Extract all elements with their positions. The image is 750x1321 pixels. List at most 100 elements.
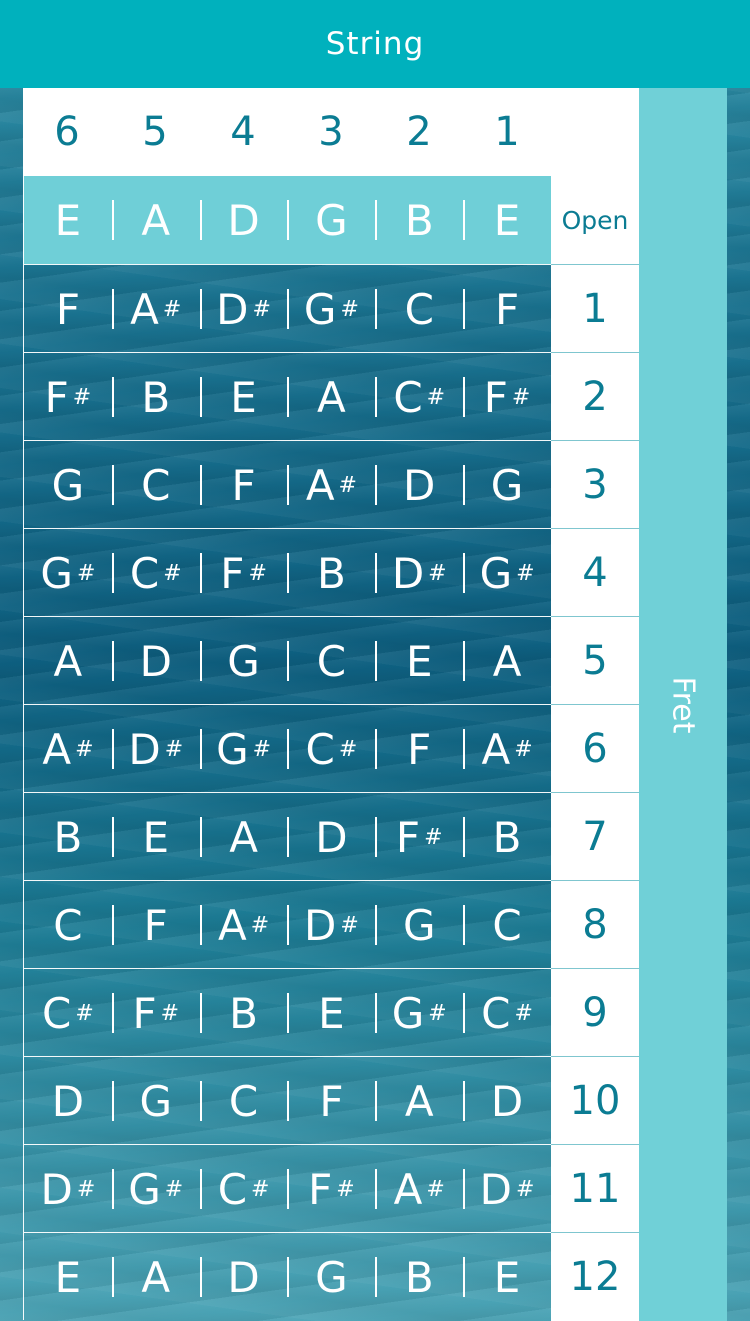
sharp-sign: # [164, 736, 184, 762]
note-cell[interactable]: D # [375, 529, 463, 617]
note-cell[interactable]: E [24, 176, 112, 264]
note-cell[interactable]: F # [287, 1145, 375, 1233]
note-cell[interactable]: F # [463, 353, 551, 441]
note-cell[interactable]: C [199, 1057, 288, 1145]
note-letter: G [402, 900, 436, 950]
note-cell[interactable]: F # [199, 529, 288, 617]
note-letter: F [407, 724, 432, 774]
sharp-sign: # [426, 1176, 445, 1202]
note-cell[interactable]: E [287, 969, 375, 1057]
note-cell[interactable]: D # [24, 1145, 112, 1233]
note-cell[interactable]: F [463, 265, 551, 353]
note-cell[interactable]: G [287, 176, 375, 264]
sharp-sign: # [340, 296, 359, 322]
note-cell[interactable]: A [199, 793, 288, 881]
note-cell[interactable]: F # [24, 353, 112, 441]
note-cell[interactable]: E [24, 1233, 112, 1321]
note-cell[interactable]: C [111, 441, 200, 529]
note-cell[interactable]: G # [199, 705, 288, 793]
note-cell[interactable]: C [375, 265, 463, 353]
note-letter: C [141, 460, 171, 510]
note-cell[interactable]: A # [24, 705, 112, 793]
note-cell[interactable]: G # [287, 265, 375, 353]
note-cell[interactable]: D [24, 1057, 112, 1145]
note-row: G C F A # D G [23, 440, 551, 528]
note-cell[interactable]: D [375, 441, 463, 529]
note-cell[interactable]: A [375, 1057, 463, 1145]
fret-number: 9 [551, 968, 639, 1056]
note-cell[interactable]: B [375, 176, 463, 264]
note-cell[interactable]: B [199, 969, 288, 1057]
note-cell[interactable]: E [463, 1233, 551, 1321]
note-cell[interactable]: F [375, 705, 463, 793]
note-cell[interactable]: A [287, 353, 375, 441]
note-cell[interactable]: D [111, 617, 200, 705]
note-letter: E [142, 812, 170, 862]
fret-number-column: Open 1 2 3 4 5 6 7 8 9 10 11 12 [551, 176, 639, 1321]
note-cell[interactable]: G # [463, 529, 551, 617]
note-cell[interactable]: A # [287, 441, 375, 529]
note-cell[interactable]: D [463, 1057, 551, 1145]
note-cell[interactable]: C # [287, 705, 375, 793]
note-cell[interactable]: A [463, 617, 551, 705]
note-cell[interactable]: B [24, 793, 112, 881]
note-cell[interactable]: F [287, 1057, 375, 1145]
note-cell[interactable]: B [463, 793, 551, 881]
note-letter: G [303, 284, 337, 334]
note-cell[interactable]: A # [111, 265, 200, 353]
fret-number: 4 [551, 528, 639, 616]
note-cell[interactable]: F [24, 265, 112, 353]
note-cell[interactable]: F [111, 881, 200, 969]
string-number: 2 [406, 109, 432, 155]
note-cell[interactable]: D [199, 1233, 288, 1321]
note-cell[interactable]: D # [199, 265, 288, 353]
note-cell[interactable]: G # [375, 969, 463, 1057]
note-cell[interactable]: G [375, 881, 463, 969]
note-letter: F [395, 812, 421, 862]
note-cell[interactable]: C # [463, 969, 551, 1057]
fret-number: 12 [551, 1232, 639, 1320]
note-cell[interactable]: G # [111, 1145, 200, 1233]
note-cell[interactable]: D # [287, 881, 375, 969]
note-cell[interactable]: G [199, 617, 288, 705]
note-cell[interactable]: E [375, 617, 463, 705]
note-cell[interactable]: F # [111, 969, 200, 1057]
note-letter: C [228, 1076, 259, 1126]
string-number: 1 [494, 109, 520, 155]
note-cell[interactable]: C # [111, 529, 200, 617]
note-cell[interactable]: E [463, 176, 551, 264]
note-cell[interactable]: C # [24, 969, 112, 1057]
note-letter: B [53, 812, 83, 862]
note-cell[interactable]: D [199, 176, 288, 264]
note-cell[interactable]: E [199, 353, 288, 441]
note-cell[interactable]: B [287, 529, 375, 617]
note-cell[interactable]: C # [375, 353, 463, 441]
note-letter: A [141, 195, 171, 245]
note-cell[interactable]: C [24, 881, 112, 969]
note-cell[interactable]: D # [463, 1145, 551, 1233]
note-cell[interactable]: A # [375, 1145, 463, 1233]
note-cell[interactable]: D # [111, 705, 200, 793]
note-cell[interactable]: B [375, 1233, 463, 1321]
note-cell[interactable]: G [463, 441, 551, 529]
note-cell[interactable]: A # [463, 705, 551, 793]
sharp-sign: # [338, 472, 357, 498]
note-cell[interactable]: C [463, 881, 551, 969]
note-cell[interactable]: A [24, 617, 112, 705]
note-cell[interactable]: B [111, 353, 200, 441]
note-cell[interactable]: A [111, 176, 200, 264]
note-cell[interactable]: C [287, 617, 375, 705]
note-cell[interactable]: E [111, 793, 200, 881]
note-cell[interactable]: F [199, 441, 288, 529]
note-cell[interactable]: G # [24, 529, 112, 617]
note-cell[interactable]: A [111, 1233, 200, 1321]
note-cell[interactable]: G [24, 441, 112, 529]
note-cell[interactable]: C # [199, 1145, 288, 1233]
note-cell[interactable]: G [111, 1057, 200, 1145]
note-letter: G [128, 1164, 161, 1214]
note-cell[interactable]: D [287, 793, 375, 881]
note-cell[interactable]: F # [375, 793, 463, 881]
note-cell[interactable]: A # [199, 881, 288, 969]
sharp-sign: # [162, 296, 182, 322]
note-cell[interactable]: G [287, 1233, 375, 1321]
